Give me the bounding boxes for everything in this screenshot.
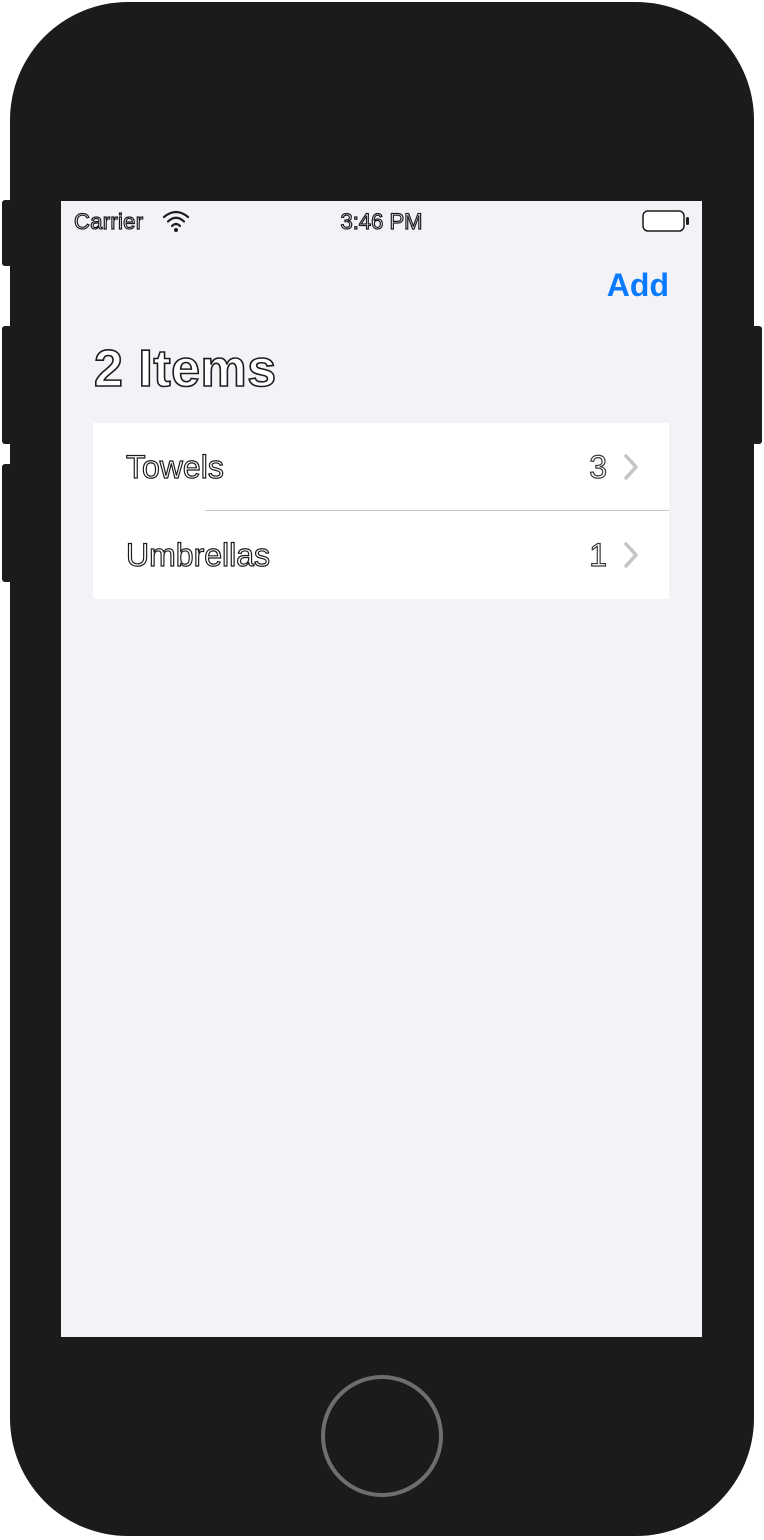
chevron-right-icon <box>624 542 638 568</box>
item-label: Towels <box>125 448 224 485</box>
items-list: Towels 3 Umbrellas 1 <box>93 423 669 599</box>
status-bar: Carrier 3:46 PM <box>61 201 702 243</box>
item-count: 3 <box>589 448 608 485</box>
volume-up-button <box>2 326 12 444</box>
volume-down-button <box>2 464 12 582</box>
item-label: Umbrellas <box>125 536 271 573</box>
mute-switch <box>2 200 12 266</box>
item-count: 1 <box>589 536 608 573</box>
list-item[interactable]: Umbrellas 1 <box>93 511 669 599</box>
status-time: 3:46 PM <box>340 208 423 234</box>
navigation-bar: Add <box>61 243 702 333</box>
chevron-right-icon <box>624 454 638 480</box>
power-button <box>752 326 762 444</box>
home-button[interactable] <box>321 1375 443 1497</box>
battery-icon <box>642 210 689 232</box>
page-title: 2 Items <box>93 339 277 399</box>
list-item[interactable]: Towels 3 <box>93 423 669 511</box>
screen: Carrier 3:46 PM Add 2 Items Towels 3 Umb… <box>61 201 702 1337</box>
add-button[interactable]: Add <box>607 267 669 304</box>
